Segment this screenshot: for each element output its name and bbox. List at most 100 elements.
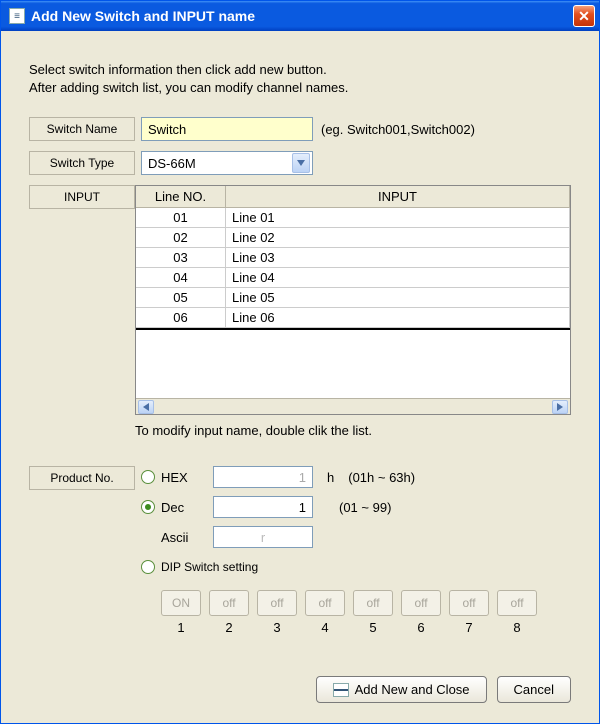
switch-name-row: Switch Name (eg. Switch001,Switch002) [29, 117, 571, 141]
switch-name-hint: (eg. Switch001,Switch002) [321, 122, 475, 137]
dip-switch-5: off 5 [353, 590, 393, 635]
button-bar: Add New and Close Cancel [29, 652, 571, 703]
modify-hint: To modify input name, double clik the li… [135, 423, 571, 438]
dip-number: 7 [465, 620, 472, 635]
dip-switch-6: off 6 [401, 590, 441, 635]
dip-number: 8 [513, 620, 520, 635]
switch-name-input[interactable] [141, 117, 313, 141]
window-title: Add New Switch and INPUT name [31, 8, 573, 24]
hex-row: HEX h (01h ~ 63h) [141, 466, 571, 488]
scroll-left-button[interactable] [138, 400, 154, 414]
dip-switch-7: off 7 [449, 590, 489, 635]
close-button[interactable]: ✕ [573, 5, 595, 27]
dip-switch-3: off 3 [257, 590, 297, 635]
dip-row: DIP Switch setting [141, 560, 571, 574]
dip-switch-2: off 2 [209, 590, 249, 635]
dec-radio[interactable] [141, 500, 155, 514]
dip-switch-4: off 4 [305, 590, 345, 635]
cell-no: 06 [136, 308, 226, 327]
product-no-section: Product No. HEX h (01h ~ 63h) Dec (01 ~ … [29, 466, 571, 635]
table-row[interactable]: 05Line 05 [136, 288, 570, 308]
instructions: Select switch information then click add… [29, 61, 571, 97]
cell-no: 02 [136, 228, 226, 247]
col-header-lineno: Line NO. [136, 186, 226, 208]
cell-no: 03 [136, 248, 226, 267]
hex-range: (01h ~ 63h) [348, 470, 415, 485]
cell-input: Line 04 [226, 268, 570, 287]
switch-type-value: DS-66M [148, 156, 196, 171]
switch-type-label: Switch Type [29, 151, 135, 175]
hex-input[interactable] [213, 466, 313, 488]
cell-no: 05 [136, 288, 226, 307]
table-body: 01Line 01 02Line 02 03Line 03 04Line 04 … [136, 208, 570, 328]
horizontal-scrollbar[interactable] [136, 398, 570, 414]
dip-switch-group: ON 1 off 2 off 3 off 4 off 5 off 6 off 7 off 8 [161, 590, 571, 635]
dialog-window: ≡ Add New Switch and INPUT name ✕ Select… [0, 0, 600, 724]
table-header: Line NO. INPUT [136, 186, 570, 208]
dip-button[interactable]: off [305, 590, 345, 616]
table-row[interactable]: 01Line 01 [136, 208, 570, 228]
dip-number: 5 [369, 620, 376, 635]
combo-arrow[interactable] [292, 153, 310, 173]
dip-button[interactable]: off [497, 590, 537, 616]
dip-button[interactable]: off [209, 590, 249, 616]
hex-suffix: h [327, 470, 334, 485]
cell-no: 01 [136, 208, 226, 227]
cell-input: Line 05 [226, 288, 570, 307]
product-no-label: Product No. [29, 466, 135, 490]
dip-radio[interactable] [141, 560, 155, 574]
table-empty-area [136, 328, 570, 398]
dec-label: Dec [161, 500, 207, 515]
table-row[interactable]: 04Line 04 [136, 268, 570, 288]
dip-switch-8: off 8 [497, 590, 537, 635]
table-row[interactable]: 03Line 03 [136, 248, 570, 268]
dip-button[interactable]: off [401, 590, 441, 616]
switch-type-combo[interactable]: DS-66M [141, 151, 313, 175]
dip-number: 6 [417, 620, 424, 635]
cell-input: Line 03 [226, 248, 570, 267]
cell-input: Line 06 [226, 308, 570, 327]
cancel-button[interactable]: Cancel [497, 676, 571, 703]
chevron-left-icon [143, 403, 149, 411]
ascii-row: Ascii [161, 526, 571, 548]
app-icon: ≡ [9, 8, 25, 24]
add-new-close-button[interactable]: Add New and Close [316, 676, 487, 703]
close-icon: ✕ [578, 8, 590, 25]
table-row[interactable]: 02Line 02 [136, 228, 570, 248]
cell-no: 04 [136, 268, 226, 287]
table-row[interactable]: 06Line 06 [136, 308, 570, 328]
ascii-label: Ascii [161, 530, 207, 545]
cell-input: Line 02 [226, 228, 570, 247]
switch-name-label: Switch Name [29, 117, 135, 141]
dip-button[interactable]: ON [161, 590, 201, 616]
ascii-input[interactable] [213, 526, 313, 548]
scroll-right-button[interactable] [552, 400, 568, 414]
client-area: Select switch information then click add… [1, 31, 599, 723]
dec-input[interactable] [213, 496, 313, 518]
list-icon [333, 683, 349, 697]
input-section-label: INPUT [29, 185, 135, 209]
chevron-right-icon [557, 403, 563, 411]
chevron-down-icon [297, 160, 305, 166]
cancel-label: Cancel [514, 682, 554, 697]
dip-number: 3 [273, 620, 280, 635]
instruction-line1: Select switch information then click add… [29, 61, 571, 79]
dip-label: DIP Switch setting [161, 560, 258, 574]
dip-button[interactable]: off [257, 590, 297, 616]
col-header-input: INPUT [226, 186, 570, 208]
dip-number: 2 [225, 620, 232, 635]
dip-button[interactable]: off [449, 590, 489, 616]
instruction-line2: After adding switch list, you can modify… [29, 79, 571, 97]
add-new-close-label: Add New and Close [355, 682, 470, 697]
dip-number: 1 [177, 620, 184, 635]
hex-radio[interactable] [141, 470, 155, 484]
dec-range: (01 ~ 99) [339, 500, 391, 515]
cell-input: Line 01 [226, 208, 570, 227]
titlebar: ≡ Add New Switch and INPUT name ✕ [1, 1, 599, 31]
input-table: Line NO. INPUT 01Line 01 02Line 02 03Lin… [135, 185, 571, 415]
switch-type-row: Switch Type DS-66M [29, 151, 571, 175]
dip-switch-1: ON 1 [161, 590, 201, 635]
dip-button[interactable]: off [353, 590, 393, 616]
dip-number: 4 [321, 620, 328, 635]
input-table-row: INPUT Line NO. INPUT 01Line 01 02Line 02… [29, 185, 571, 456]
